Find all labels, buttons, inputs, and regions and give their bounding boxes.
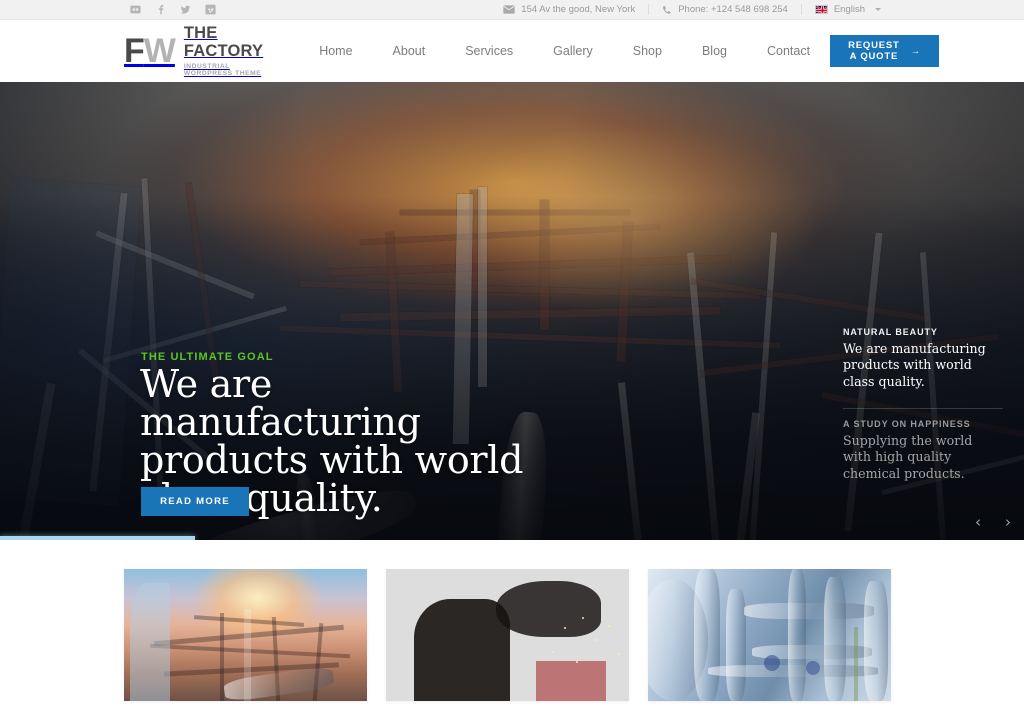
slide-thumb-label: A STUDY ON HAPPINESS [843,419,971,430]
phone-icon [662,5,672,15]
nav-item-gallery[interactable]: Gallery [533,38,613,64]
flickr-icon[interactable] [130,4,141,15]
logo-text: THE FACTORY INDUSTRIAL WORDPRESS THEME [184,25,263,77]
slide-thumb-text: Supplying the world with high quality ch… [843,433,973,481]
slider-progress-track [0,536,1024,540]
nav-item-blog[interactable]: Blog [682,38,747,64]
slider-next-button[interactable]: › [999,513,1017,531]
hero-slide-list: NATURAL BEAUTY We are manufacturing prod… [843,327,1003,500]
address-text: 154 Av the good, New York [521,4,636,15]
logo-title: THE FACTORY [183,24,264,60]
chevron-down-icon [875,8,881,11]
social-links [130,4,216,15]
request-quote-label: REQUEST A QUOTE [848,40,900,62]
slider-progress-fill [0,536,195,540]
top-bar-info: 154 Av the good, New York Phone: +124 54… [490,4,894,15]
slide-thumb-natural-beauty[interactable]: NATURAL BEAUTY We are manufacturing prod… [843,327,1003,399]
card-image [386,569,629,701]
logo[interactable]: FW THE FACTORY INDUSTRIAL WORDPRESS THEM… [124,25,263,77]
phone-text: Phone: +124 548 698 254 [678,4,788,15]
top-bar-inner: 154 Av the good, New York Phone: +124 54… [0,4,1024,15]
card-welder-sparks[interactable] [386,569,629,701]
slider-controls: ‹ › [969,513,1017,531]
slide-thumb-label: NATURAL BEAUTY [843,327,938,337]
nav-item-services[interactable]: Services [445,38,533,64]
logo-letter-w: W [143,32,176,70]
logo-mark-icon: FW [124,32,176,70]
phone-item: Phone: +124 548 698 254 [649,4,801,15]
address-item: 154 Av the good, New York [490,4,648,15]
vimeo-icon[interactable] [205,4,216,15]
language-label: English [833,4,865,15]
arrow-right-icon: → [910,45,921,57]
logo-letter-f: F [124,32,145,70]
hero-slider: THE ULTIMATE GOAL We are manufacturing p… [0,82,1024,540]
feature-cards [0,540,1024,701]
envelope-icon [503,5,515,14]
read-more-button[interactable]: READ MORE [141,487,249,516]
hero-content: THE ULTIMATE GOAL We are manufacturing p… [0,82,1024,540]
site-header: FW THE FACTORY INDUSTRIAL WORDPRESS THEM… [0,20,1024,82]
nav-item-about[interactable]: About [373,38,446,64]
card-image [648,569,891,701]
card-image [124,569,367,701]
request-quote-button[interactable]: REQUEST A QUOTE → [830,35,939,67]
twitter-icon[interactable] [180,4,191,15]
main-navigation: Home About Services Gallery Shop Blog Co… [299,38,830,64]
language-selector[interactable]: English [802,4,894,15]
facebook-icon[interactable] [155,4,166,15]
logo-subtitle: INDUSTRIAL WORDPRESS THEME [183,62,262,77]
slider-prev-button[interactable]: ‹ [969,513,987,531]
nav-item-home[interactable]: Home [299,38,372,64]
nav-item-shop[interactable]: Shop [613,38,682,64]
card-refinery-sunset[interactable] [124,569,367,701]
nav-item-contact[interactable]: Contact [747,38,830,64]
slide-thumb-study-on-happiness[interactable]: A STUDY ON HAPPINESS Supplying the world… [843,408,1003,491]
top-bar: 154 Av the good, New York Phone: +124 54… [0,0,1024,20]
header-inner: FW THE FACTORY INDUSTRIAL WORDPRESS THEM… [0,25,1024,77]
slide-thumb-text: We are manufacturing products with world… [843,341,986,389]
uk-flag-icon [814,5,828,14]
card-blue-pipes[interactable] [648,569,891,701]
